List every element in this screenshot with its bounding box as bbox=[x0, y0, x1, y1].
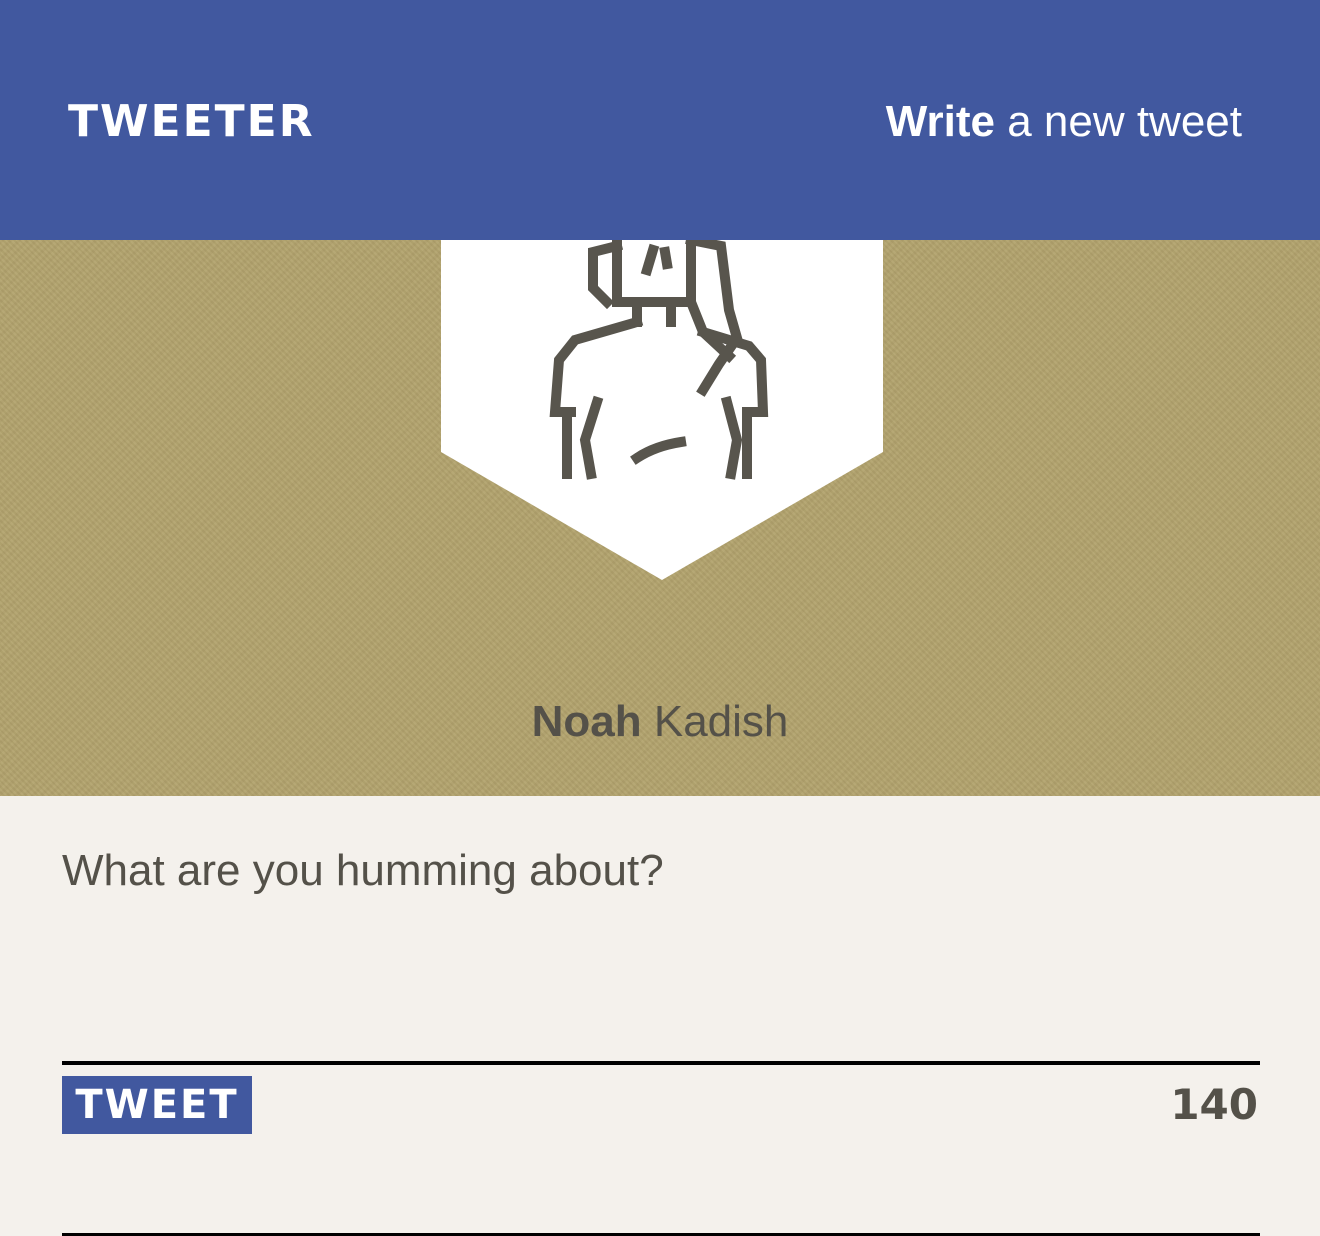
composer-divider-top bbox=[62, 1061, 1260, 1065]
tweet-composer: TWEET 140 bbox=[0, 796, 1320, 1236]
tweet-textarea[interactable] bbox=[62, 836, 1260, 1056]
brand-logo[interactable]: TWEETER bbox=[68, 92, 315, 152]
user-last-name: Kadish bbox=[653, 697, 789, 746]
compose-link-rest: a new tweet bbox=[1007, 97, 1242, 146]
char-counter: 140 bbox=[1170, 1080, 1258, 1129]
top-nav: TWEETER Write a new tweet bbox=[0, 0, 1320, 240]
user-first-name: Noah bbox=[531, 697, 642, 746]
write-new-tweet-link[interactable]: Write a new tweet bbox=[886, 92, 1242, 152]
profile-banner: Noah Kadish bbox=[0, 240, 1320, 796]
tweet-submit-button[interactable]: TWEET bbox=[62, 1076, 252, 1134]
user-name: Noah Kadish bbox=[0, 692, 1320, 752]
compose-link-strong: Write bbox=[885, 97, 995, 146]
person-avatar-icon bbox=[441, 240, 883, 580]
